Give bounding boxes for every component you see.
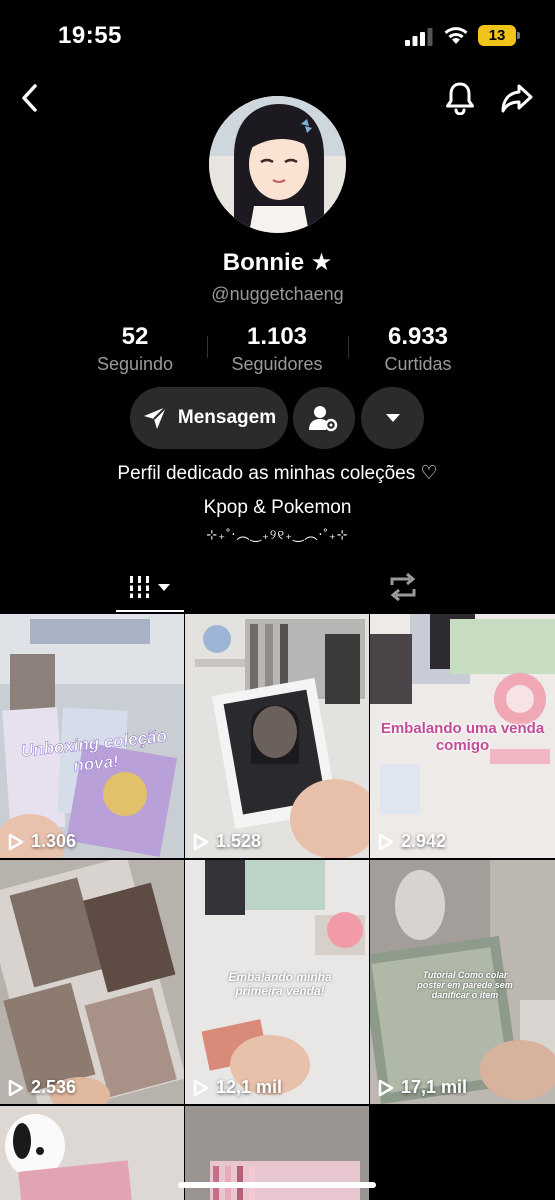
view-count: 2.942 (378, 831, 446, 852)
profile-stats: 52 Seguindo 1.103 Seguidores 6.933 Curti… (0, 322, 555, 382)
back-button[interactable] (10, 78, 50, 118)
stat-followers-label: Seguidores (231, 354, 323, 374)
video-thumbnail[interactable] (0, 1106, 184, 1200)
view-count-text: 2.942 (401, 831, 447, 851)
content-tabs (0, 562, 555, 612)
stat-following[interactable]: 52 Seguindo (65, 322, 205, 376)
notifications-button[interactable] (440, 78, 480, 118)
message-button-label: Mensagem (177, 407, 277, 428)
video-thumbnail[interactable]: Embalando uma venda comigo 2.942 (370, 614, 555, 858)
view-count-text: 12,1 mil (216, 1077, 283, 1097)
play-icon (378, 833, 394, 850)
video-thumbnail[interactable]: Embalando minha primeira venda! 12,1 mil (185, 860, 369, 1104)
play-icon (378, 1079, 394, 1096)
tab-videos[interactable] (116, 562, 184, 612)
stat-likes-label: Curtidas (384, 354, 452, 374)
video-overlay-text: Embalando uma venda comigo (380, 720, 545, 754)
view-count-text: 1.306 (31, 831, 77, 851)
play-icon (193, 833, 209, 850)
view-count: 2.536 (8, 1077, 76, 1098)
grid-columns-icon (128, 576, 170, 598)
thumbnail-image (185, 614, 369, 858)
status-bar: 19:55 13 (0, 0, 555, 70)
view-count-text: 1.528 (216, 831, 262, 851)
status-time: 19:55 (58, 22, 122, 49)
view-count: 1.306 (8, 831, 76, 852)
tab-reposts[interactable] (368, 562, 438, 612)
video-thumbnail[interactable]: Unboxing coleção nova! 1.306 (0, 614, 184, 858)
view-count-text: 17,1 mil (401, 1077, 468, 1097)
play-icon (8, 1079, 24, 1096)
battery-indicator: 13 (478, 25, 520, 46)
share-button[interactable] (497, 78, 537, 118)
share-arrow-icon (501, 84, 533, 113)
send-icon (143, 406, 167, 429)
more-options-button[interactable] (361, 387, 424, 449)
bell-icon (446, 82, 474, 115)
bio-line: Perfil dedicado as minhas coleções ♡ (117, 463, 438, 484)
video-thumbnail[interactable]: 1.528 (185, 614, 369, 858)
bio-decoration: ⊹₊˚‧︵‿₊୨୧₊‿︵‧˚₊⊹ (206, 527, 349, 542)
video-thumbnail[interactable]: Tutorial Como colar poster em parede sem… (370, 860, 555, 1104)
stat-followers-value: 1.103 (246, 323, 308, 350)
view-count: 17,1 mil (378, 1077, 467, 1098)
stat-followers[interactable]: 1.103 Seguidores (207, 322, 347, 376)
stat-likes-value: 6.933 (387, 323, 449, 350)
video-overlay-text: Tutorial Como colar poster em parede sem… (417, 970, 513, 1000)
stat-following-label: Seguindo (96, 354, 174, 374)
video-thumbnail[interactable]: 2.536 (0, 860, 184, 1104)
home-indicator[interactable] (178, 1182, 376, 1188)
profile-handle: @nuggetchaeng (211, 284, 344, 304)
view-count: 12,1 mil (193, 1077, 282, 1098)
person-gear-icon (309, 406, 338, 432)
profile-name: Bonnie ★ (222, 249, 333, 276)
view-count-text: 2.536 (31, 1077, 77, 1097)
stat-following-value: 52 (121, 323, 149, 350)
cellular-signal-icon (405, 28, 433, 46)
avatar-illustration (209, 96, 346, 233)
caret-down-icon (385, 414, 400, 422)
video-overlay-text: Embalando minha primeira venda! (228, 970, 332, 998)
stat-likes[interactable]: 6.933 Curtidas (348, 322, 488, 376)
profile-avatar[interactable] (209, 96, 346, 233)
bio-line: Kpop & Pokemon (203, 497, 352, 518)
chevron-left-icon (22, 84, 37, 112)
message-button[interactable]: Mensagem (130, 387, 288, 449)
suggested-accounts-button[interactable] (293, 387, 355, 449)
wifi-icon (444, 27, 468, 44)
view-count: 1.528 (193, 831, 261, 852)
play-icon (193, 1079, 209, 1096)
repost-icon (390, 573, 416, 601)
thumbnail-image (0, 860, 184, 1104)
play-icon (8, 833, 24, 850)
thumbnail-image (0, 1106, 184, 1200)
